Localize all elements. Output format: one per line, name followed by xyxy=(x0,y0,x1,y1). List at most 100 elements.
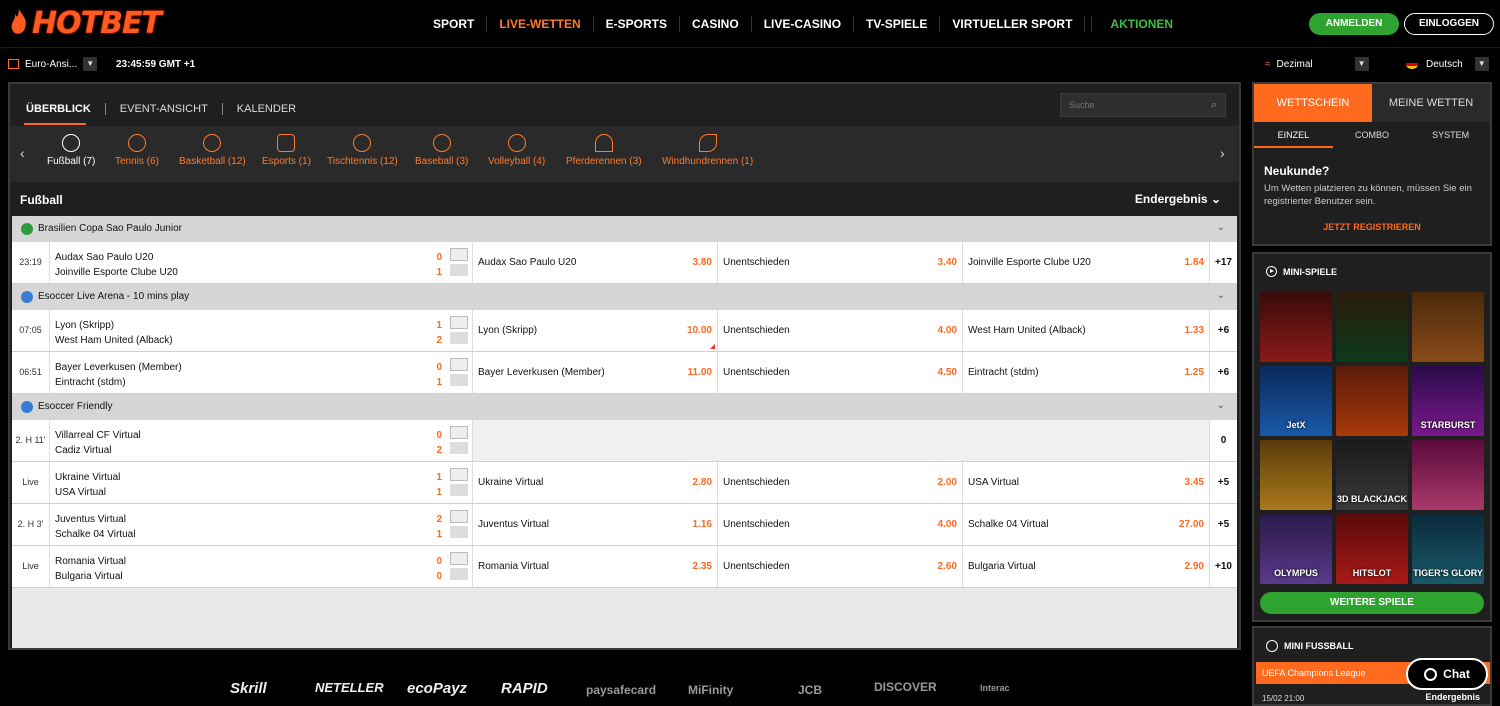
search-icon[interactable]: ⌕ xyxy=(1211,99,1217,112)
game-tile[interactable]: STARBURST xyxy=(1412,366,1484,436)
tab-single[interactable]: EINZEL xyxy=(1254,122,1333,148)
more-markets-button[interactable]: +5 xyxy=(1209,504,1237,545)
odd-draw[interactable]: Unentschieden 2.00 xyxy=(717,462,962,503)
odd-home[interactable]: Lyon (Skripp) 10.00 xyxy=(472,310,717,351)
game-tile[interactable] xyxy=(1260,292,1332,362)
sport-baseball[interactable]: Baseball (3) xyxy=(415,134,468,167)
game-tile[interactable] xyxy=(1412,440,1484,510)
odd-draw[interactable]: Unentschieden 4.00 xyxy=(717,310,962,351)
game-tile[interactable]: HITSLOT xyxy=(1336,514,1408,584)
game-tile[interactable] xyxy=(1336,366,1408,436)
more-games-button[interactable]: WEITERE SPIELE xyxy=(1260,592,1484,614)
chevron-down-icon[interactable]: ⌄ xyxy=(1217,222,1225,233)
chevron-left-icon[interactable]: ‹ xyxy=(20,145,25,161)
match-row[interactable]: 06:51 Bayer Leverkusen (Member) Eintracht… xyxy=(12,352,1237,394)
odd-away[interactable]: Eintracht (stdm) 1.25 xyxy=(962,352,1209,393)
more-markets-button[interactable]: +17 xyxy=(1209,242,1237,283)
odd-draw[interactable]: Unentschieden 2.60 xyxy=(717,546,962,587)
field-icon[interactable] xyxy=(450,358,468,371)
match-row[interactable]: 2. H 11' Villarreal CF Virtual Cadiz Virt… xyxy=(12,420,1237,462)
view-select[interactable]: Euro-Ansi... ▼ xyxy=(8,57,98,71)
market-label: Endergebnis xyxy=(1134,192,1208,206)
tab-system[interactable]: SYSTEM xyxy=(1411,122,1490,148)
nav-sport[interactable]: SPORT xyxy=(421,16,488,32)
home-team: Romania Virtual xyxy=(55,556,126,567)
odd-away[interactable]: Bulgaria Virtual 2.90 xyxy=(962,546,1209,587)
league-header[interactable]: Esoccer Friendly ⌄ xyxy=(12,394,1237,420)
sport-table-tennis[interactable]: Tischtennis (12) xyxy=(327,134,398,167)
odd-draw[interactable]: Unentschieden 4.00 xyxy=(717,504,962,545)
field-icon[interactable] xyxy=(450,248,468,261)
nav-live-casino[interactable]: LIVE-CASINO xyxy=(752,16,855,32)
odd-home[interactable]: Ukraine Virtual 2.80 xyxy=(472,462,717,503)
more-markets-button[interactable]: 0 xyxy=(1209,420,1237,461)
odd-draw[interactable]: Unentschieden 4.50 xyxy=(717,352,962,393)
chevron-right-icon[interactable]: › xyxy=(1220,145,1225,161)
game-tile[interactable] xyxy=(1336,292,1408,362)
chat-button[interactable]: Chat xyxy=(1406,658,1488,690)
league-header[interactable]: Brasilien Copa Sao Paulo Junior ⌄ xyxy=(12,216,1237,242)
more-markets-button[interactable]: +10 xyxy=(1209,546,1237,587)
game-tile[interactable]: OLYMPUS xyxy=(1260,514,1332,584)
match-row[interactable]: Live Romania Virtual Bulgaria Virtual 00 … xyxy=(12,546,1237,588)
tab-betslip[interactable]: WETTSCHEIN xyxy=(1254,84,1372,122)
search-input[interactable]: Suche ⌕ xyxy=(1060,93,1226,117)
sport-esports[interactable]: Esports (1) xyxy=(262,134,311,167)
odd-away[interactable]: West Ham United (Alback) 1.33 xyxy=(962,310,1209,351)
chevron-down-icon[interactable]: ⌄ xyxy=(1217,400,1225,411)
nav-casino[interactable]: CASINO xyxy=(680,16,752,32)
game-tile[interactable]: JetX xyxy=(1260,366,1332,436)
sport-volleyball[interactable]: Volleyball (4) xyxy=(488,134,545,167)
odd-away[interactable]: Joinville Esporte Clube U20 1.84 xyxy=(962,242,1209,283)
odd-home[interactable]: Romania Virtual 2.35 xyxy=(472,546,717,587)
tab-my-bets[interactable]: MEINE WETTEN xyxy=(1372,84,1490,122)
odd-label: West Ham United (Alback) xyxy=(968,325,1086,336)
field-icon[interactable] xyxy=(450,316,468,329)
match-row[interactable]: Live Ukraine Virtual USA Virtual 11 Ukrai… xyxy=(12,462,1237,504)
language-select[interactable]: Deutsch ▼ xyxy=(1406,57,1489,71)
sport-horse-racing[interactable]: Pferderennen (3) xyxy=(566,134,642,167)
match-row[interactable]: 2. H 3' Juventus Virtual Schalke 04 Virtu… xyxy=(12,504,1237,546)
more-markets-button[interactable]: +6 xyxy=(1209,352,1237,393)
login-button[interactable]: ANMELDEN xyxy=(1309,13,1399,35)
game-tile[interactable] xyxy=(1260,440,1332,510)
nav-esports[interactable]: E-SPORTS xyxy=(594,16,681,32)
register-now-link[interactable]: JETZT REGISTRIEREN xyxy=(1254,222,1490,232)
game-tile[interactable] xyxy=(1412,292,1484,362)
nav-promotions[interactable]: AKTIONEN xyxy=(1091,16,1185,32)
odd-away[interactable]: USA Virtual 3.45 xyxy=(962,462,1209,503)
match-row[interactable]: 07:05 Lyon (Skripp) West Ham United (Alba… xyxy=(12,310,1237,352)
tab-overview[interactable]: ÜBERBLICK xyxy=(20,103,106,115)
tab-combo[interactable]: COMBO xyxy=(1333,122,1412,148)
sport-greyhound-racing[interactable]: Windhundrennen (1) xyxy=(662,134,753,167)
game-tile[interactable]: TIGER'S GLORY xyxy=(1412,514,1484,584)
chevron-down-icon[interactable]: ▼ xyxy=(83,57,98,71)
nav-live-betting[interactable]: LIVE-WETTEN xyxy=(487,16,594,32)
sport-tennis[interactable]: Tennis (6) xyxy=(115,134,159,167)
sport-football[interactable]: Fußball (7) xyxy=(47,134,95,167)
nav-tv-games[interactable]: TV-SPIELE xyxy=(854,16,941,32)
odd-home[interactable]: Juventus Virtual 1.16 xyxy=(472,504,717,545)
more-markets-button[interactable]: +5 xyxy=(1209,462,1237,503)
market-select[interactable]: Endergebnis ⌄ xyxy=(1135,192,1221,206)
sport-basketball[interactable]: Basketball (12) xyxy=(179,134,246,167)
logo[interactable]: HOTBET xyxy=(8,6,162,41)
chevron-down-icon[interactable]: ▼ xyxy=(1354,57,1369,71)
odds-format-select[interactable]: ≈ Dezimal ▼ xyxy=(1265,57,1369,71)
more-markets-button[interactable]: +6 xyxy=(1209,310,1237,351)
match-row[interactable]: 23:19 Audax Sao Paulo U20 Joinville Espor… xyxy=(12,242,1237,284)
chevron-down-icon[interactable]: ⌄ xyxy=(1217,290,1225,301)
nav-virtual-sports[interactable]: VIRTUELLER SPORT xyxy=(940,16,1086,32)
game-tile[interactable]: 3D BLACKJACK xyxy=(1336,440,1408,510)
odd-value: 3.40 xyxy=(937,257,957,268)
odd-away[interactable]: Schalke 04 Virtual 27.00 xyxy=(962,504,1209,545)
tab-calendar[interactable]: KALENDER xyxy=(223,103,310,115)
signin-button[interactable]: EINLOGGEN xyxy=(1404,13,1494,35)
away-score: 1 xyxy=(436,377,442,388)
odd-draw[interactable]: Unentschieden 3.40 xyxy=(717,242,962,283)
chevron-down-icon[interactable]: ▼ xyxy=(1474,57,1489,71)
tab-event-view[interactable]: EVENT-ANSICHT xyxy=(106,103,223,115)
odd-home[interactable]: Bayer Leverkusen (Member) 11.00 xyxy=(472,352,717,393)
league-header[interactable]: Esoccer Live Arena - 10 mins play ⌄ xyxy=(12,284,1237,310)
odd-home[interactable]: Audax Sao Paulo U20 3.80 xyxy=(472,242,717,283)
